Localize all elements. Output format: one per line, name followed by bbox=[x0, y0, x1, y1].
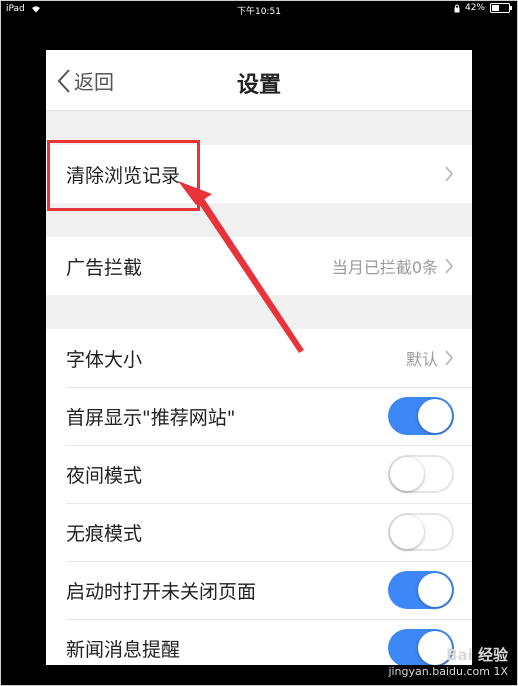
watermark: Bai 经验 jingyan.baidu.com 1X bbox=[388, 644, 508, 678]
watermark-url: jingyan.baidu.com bbox=[388, 665, 490, 678]
watermark-brand: Bai 经验 bbox=[446, 646, 508, 664]
zoom-indicator: 1X bbox=[493, 665, 508, 678]
annotation-arrow bbox=[178, 181, 304, 353]
